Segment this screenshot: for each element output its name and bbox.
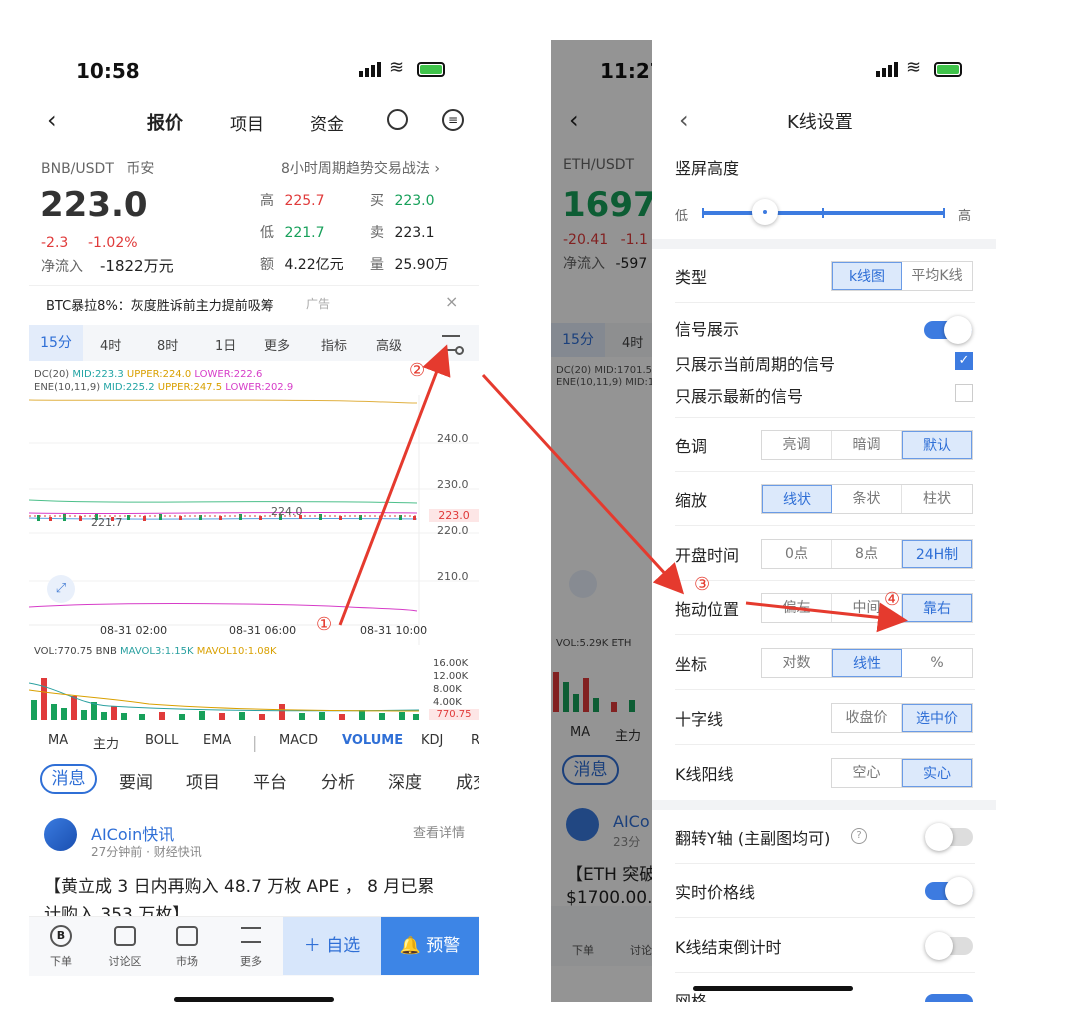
annotation-4: ④ [884, 589, 901, 610]
annotation-3: ③ [694, 574, 711, 595]
annotation-arrows [338, 344, 908, 633]
annotation-2: ② [409, 360, 426, 381]
annotation-1: ① [316, 614, 333, 635]
